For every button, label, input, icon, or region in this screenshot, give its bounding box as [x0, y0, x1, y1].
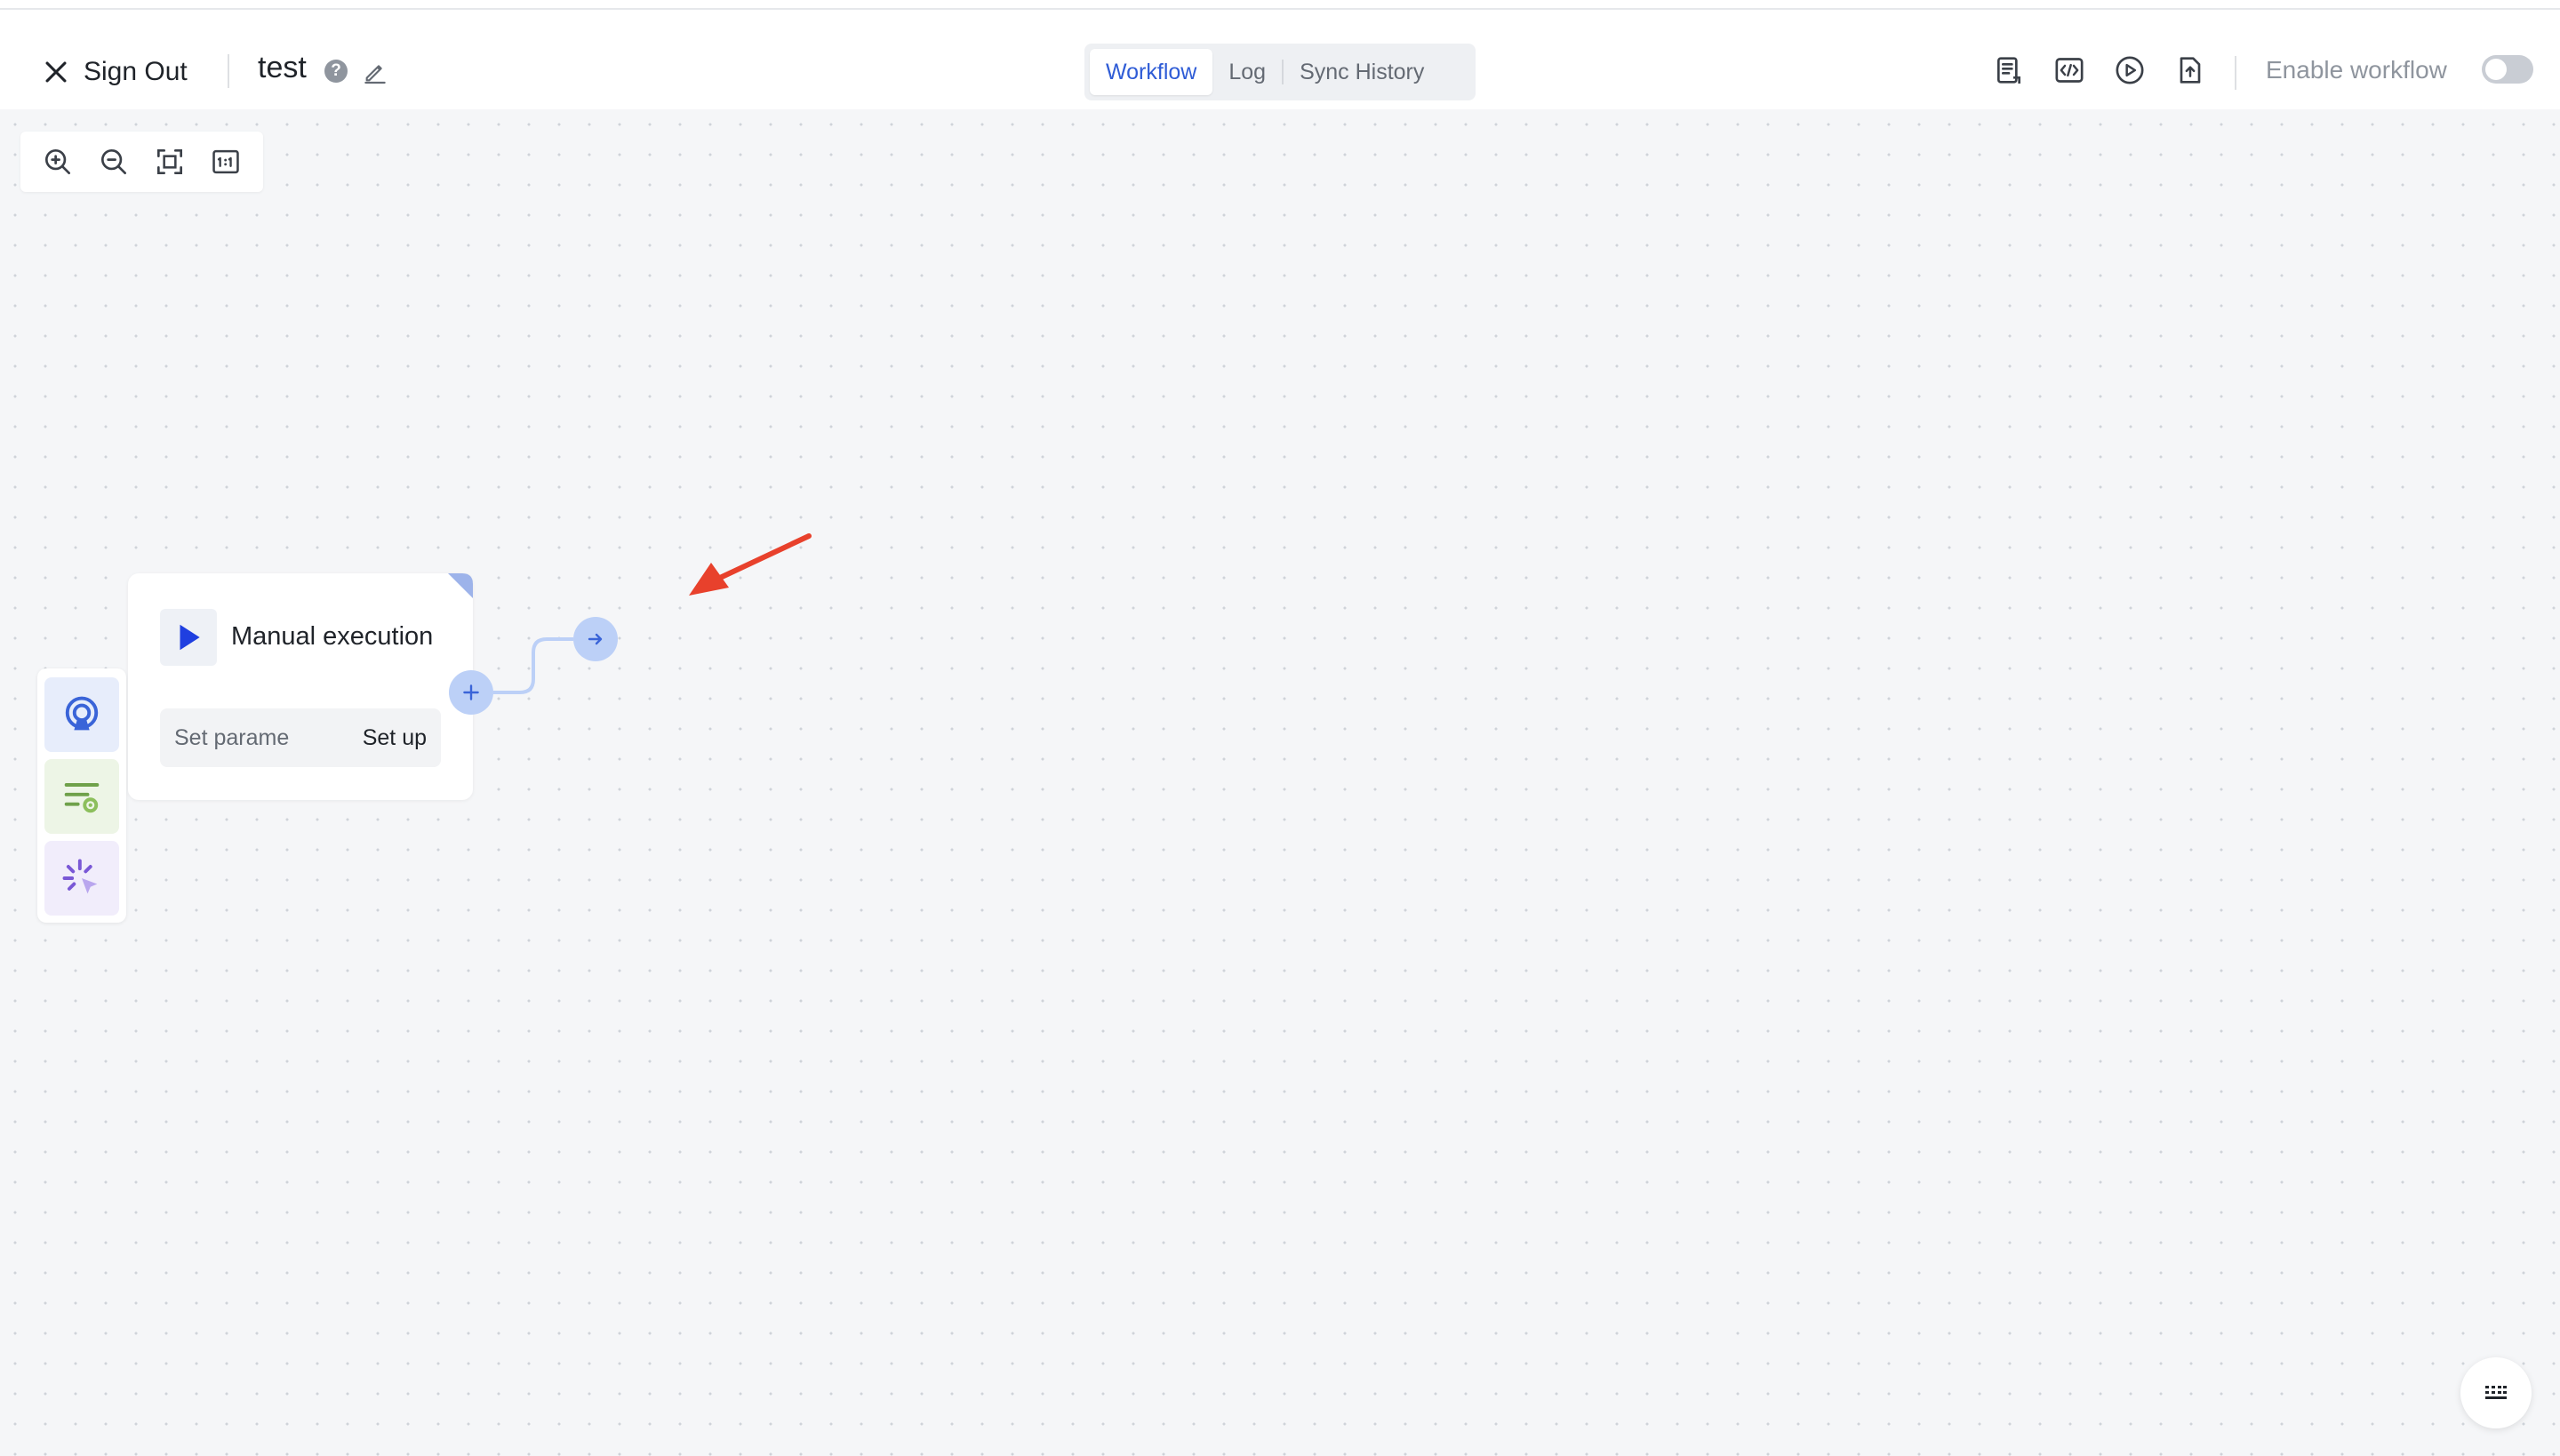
annotation-arrow-icon: [689, 533, 812, 596]
edit-icon[interactable]: [361, 58, 389, 86]
help-icon[interactable]: ?: [324, 60, 348, 83]
actual-size-button[interactable]: [198, 132, 254, 192]
connect-next-button[interactable]: [573, 617, 618, 661]
action-node-button[interactable]: [44, 759, 119, 834]
app-header: Sign Out test ? Workflow Log Sync Histor…: [0, 12, 2560, 109]
enable-workflow-label: Enable workflow: [2266, 56, 2447, 84]
sign-out-button[interactable]: Sign Out: [41, 45, 188, 99]
document-button[interactable]: [1991, 52, 2027, 92]
play-icon: [180, 624, 200, 651]
document-icon: [1997, 57, 2020, 84]
node-palette: [37, 668, 126, 923]
enable-workflow-toggle[interactable]: [2482, 55, 2533, 84]
fit-view-icon: [157, 148, 183, 175]
zoom-in-button[interactable]: [29, 132, 85, 192]
tab-sync-history[interactable]: Sync History: [1284, 49, 1440, 95]
fit-view-button[interactable]: [142, 132, 198, 192]
settings-list-icon: [64, 783, 100, 813]
header-divider: [228, 54, 229, 88]
set-up-link[interactable]: Set up: [363, 725, 427, 751]
add-node-button[interactable]: [449, 670, 493, 715]
code-button[interactable]: [2052, 52, 2087, 92]
zoom-in-icon: [44, 148, 70, 175]
export-icon: [2180, 57, 2201, 84]
keyboard-icon: [2485, 1386, 2507, 1399]
zoom-toolbar: [20, 132, 263, 192]
close-icon: [45, 61, 67, 83]
workflow-title: test: [258, 51, 307, 84]
run-button[interactable]: [2112, 52, 2148, 92]
header-divider-right: [2235, 56, 2236, 90]
toggle-knob: [2485, 59, 2507, 80]
zoom-out-button[interactable]: [85, 132, 141, 192]
node-type-badge: [160, 609, 217, 666]
node-title: Manual execution: [231, 622, 434, 651]
code-icon: [2055, 58, 2084, 83]
top-border: [0, 0, 2560, 10]
tab-log[interactable]: Log: [1212, 49, 1282, 95]
zoom-out-icon: [100, 148, 126, 175]
arrow-right-icon: [588, 633, 603, 645]
minimap-button[interactable]: [2460, 1357, 2532, 1428]
set-parameters-label: Set parame: [174, 724, 290, 750]
manual-execution-node[interactable]: Manual execution Set parame Set up: [128, 573, 473, 800]
ai-node-button[interactable]: [44, 841, 119, 916]
sign-out-label: Sign Out: [84, 57, 188, 86]
node-parameters-row: Set parame Set up: [160, 708, 441, 767]
tab-workflow[interactable]: Workflow: [1090, 49, 1213, 95]
trigger-node-button[interactable]: [44, 677, 119, 752]
export-button[interactable]: [2172, 52, 2208, 92]
actual-size-icon: [212, 149, 240, 174]
view-tabs: Workflow Log Sync History: [1084, 44, 1476, 100]
play-circle-icon: [2116, 56, 2144, 84]
node-corner-marker: [448, 573, 473, 598]
ai-sparkle-icon: [62, 859, 98, 894]
trigger-icon: [65, 696, 99, 731]
plus-icon: [463, 684, 479, 700]
